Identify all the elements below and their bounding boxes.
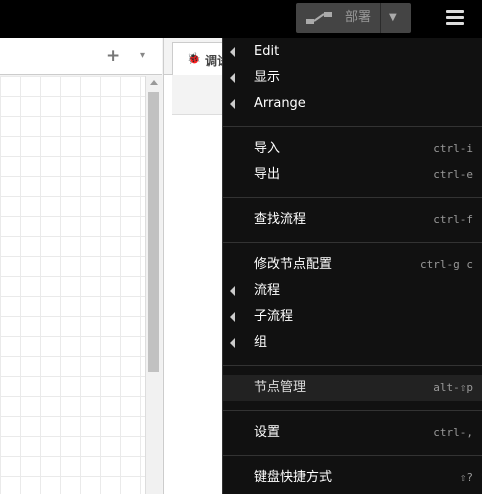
menu-item-label: 修改节点配置 xyxy=(254,257,333,272)
menu-item-label: 子流程 xyxy=(254,309,294,324)
flow-canvas[interactable] xyxy=(0,76,145,494)
menu-item-keyboard-shortcuts[interactable]: 键盘快捷方式 ⇧? xyxy=(223,465,482,491)
menu-item-label: Edit xyxy=(254,44,280,59)
deploy-options-icon[interactable]: ▼ xyxy=(389,3,397,33)
submenu-arrow-icon xyxy=(230,73,235,83)
menu-shortcut: ctrl-i xyxy=(433,142,473,155)
menu-item-label: 节点管理 xyxy=(254,380,307,395)
submenu-arrow-icon xyxy=(230,338,235,348)
menu-item-view[interactable]: 显示 xyxy=(223,65,482,91)
menu-item-edit[interactable]: Edit xyxy=(223,39,482,65)
add-flow-icon[interactable]: + xyxy=(106,46,120,66)
menu-item-config-nodes[interactable]: 修改节点配置 ctrl-g c xyxy=(223,252,482,278)
menu-divider xyxy=(223,242,482,243)
menu-divider xyxy=(223,410,482,411)
menu-item-export[interactable]: 导出 ctrl-e xyxy=(223,162,482,188)
workspace-tabbar: + ▾ xyxy=(0,38,162,75)
menu-item-label: 查找流程 xyxy=(254,212,307,227)
menu-shortcut: ctrl-, xyxy=(433,426,473,439)
menu-item-label: 组 xyxy=(254,335,268,350)
menu-item-subflows[interactable]: 子流程 xyxy=(223,304,482,330)
menu-item-label: 显示 xyxy=(254,70,281,85)
menu-item-label: 设置 xyxy=(254,425,281,440)
menu-shortcut: ⇧? xyxy=(459,471,473,484)
menu-item-label: Arrange xyxy=(254,96,306,111)
deploy-button[interactable]: 部署 ▼ xyxy=(296,3,411,33)
menu-shortcut: ctrl-f xyxy=(433,213,473,226)
menu-item-label: 导出 xyxy=(254,167,281,182)
scrollbar-thumb[interactable] xyxy=(148,92,159,372)
deploy-flow-icon xyxy=(306,12,332,24)
main-menu: Edit 显示 Arrange 导入 ctrl-i 导出 ctrl-e 查找流程… xyxy=(222,38,482,494)
submenu-arrow-icon xyxy=(230,47,235,57)
menu-item-flows[interactable]: 流程 xyxy=(223,278,482,304)
menu-divider xyxy=(223,197,482,198)
deploy-divider xyxy=(380,3,381,33)
menu-shortcut: ctrl-g c xyxy=(420,258,473,271)
menu-item-arrange[interactable]: Arrange xyxy=(223,91,482,117)
menu-item-label: 导入 xyxy=(254,141,281,156)
menu-item-label: 键盘快捷方式 xyxy=(254,470,333,485)
menu-item-import[interactable]: 导入 ctrl-i xyxy=(223,136,482,162)
header-bar: 部署 ▼ xyxy=(0,0,482,38)
menu-item-groups[interactable]: 组 xyxy=(223,330,482,356)
canvas-scrollbar[interactable] xyxy=(145,76,162,494)
hamburger-menu-icon[interactable] xyxy=(446,10,464,26)
menu-divider xyxy=(223,365,482,366)
bug-icon: 🐞 xyxy=(187,52,201,65)
scroll-up-icon[interactable] xyxy=(150,80,158,85)
flow-list-caret-icon[interactable]: ▾ xyxy=(140,50,145,61)
submenu-arrow-icon xyxy=(230,286,235,296)
menu-item-manage-palette[interactable]: 节点管理 alt-⇧p xyxy=(223,375,482,401)
deploy-label: 部署 xyxy=(345,10,372,25)
menu-item-label: 流程 xyxy=(254,283,281,298)
submenu-arrow-icon xyxy=(230,99,235,109)
menu-shortcut: ctrl-e xyxy=(433,168,473,181)
menu-divider xyxy=(223,126,482,127)
menu-item-search-flows[interactable]: 查找流程 ctrl-f xyxy=(223,207,482,233)
menu-shortcut: alt-⇧p xyxy=(433,381,473,394)
menu-divider xyxy=(223,455,482,456)
menu-item-settings[interactable]: 设置 ctrl-, xyxy=(223,420,482,446)
submenu-arrow-icon xyxy=(230,312,235,322)
